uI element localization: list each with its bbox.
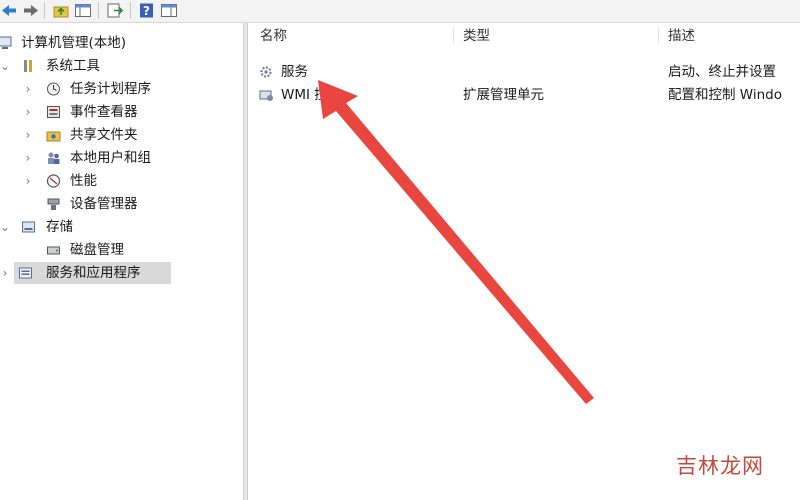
shared-folder-icon <box>46 131 61 142</box>
tree-item-device-manager[interactable]: 设备管理器 <box>0 193 243 215</box>
console-tree: 计算机管理(本地) ⌄ 系统工具 › 任务计划程序 › 事件查看器 › 共享文件… <box>0 23 243 500</box>
services-apps-icon <box>19 267 32 279</box>
disk-icon <box>47 246 60 255</box>
tree-item-label: 存储 <box>46 219 73 235</box>
tree-item-task-scheduler[interactable]: › 任务计划程序 <box>0 78 243 100</box>
chevron-right-icon[interactable]: › <box>21 101 35 123</box>
chevron-right-icon[interactable]: › <box>0 262 12 284</box>
cell-name: WMI 控件 <box>281 87 342 103</box>
tools-icon <box>24 60 32 72</box>
tree-item-local-users[interactable]: › 本地用户和组 <box>0 147 243 169</box>
wmi-icon <box>259 90 273 101</box>
services-gear-icon <box>260 66 272 78</box>
cell-name: 服务 <box>281 64 308 80</box>
toolbar: ? <box>0 0 800 23</box>
up-folder-icon[interactable] <box>52 2 70 19</box>
column-header-description[interactable]: 描述 <box>668 23 695 45</box>
tree-item-label: 设备管理器 <box>70 196 138 212</box>
details-list: 名称 类型 描述 服务 启动、终止并设置 WMI 控件 扩展管理单元 配置和控制… <box>248 23 800 500</box>
tree-root[interactable]: 计算机管理(本地) <box>0 32 243 54</box>
tree-item-label: 性能 <box>70 173 97 189</box>
cell-type: 扩展管理单元 <box>463 87 544 103</box>
tree-item-services-and-applications[interactable]: › 服务和应用程序 <box>3 262 171 284</box>
export-list-icon[interactable] <box>106 2 124 19</box>
chevron-right-icon[interactable]: › <box>21 170 35 192</box>
column-header-type[interactable]: 类型 <box>463 23 490 45</box>
watermark: 吉林龙网 <box>676 454 764 478</box>
help-icon[interactable]: ? <box>138 2 156 19</box>
clock-icon <box>47 82 60 96</box>
tree-item-system-tools[interactable]: ⌄ 系统工具 <box>0 55 243 77</box>
chevron-right-icon[interactable]: › <box>21 124 35 146</box>
tree-item-label: 系统工具 <box>46 58 100 74</box>
computer-management-icon <box>0 36 12 49</box>
device-manager-icon <box>47 198 60 210</box>
tree-item-label: 任务计划程序 <box>70 81 151 97</box>
tree-item-label: 磁盘管理 <box>70 242 124 258</box>
tree-item-disk-management[interactable]: 磁盘管理 <box>0 239 243 261</box>
event-viewer-icon <box>47 106 60 118</box>
tree-item-label: 共享文件夹 <box>70 127 138 143</box>
tree-item-label: 事件查看器 <box>70 104 138 120</box>
chevron-down-icon[interactable]: ⌄ <box>0 216 12 238</box>
cell-description: 启动、终止并设置 <box>668 64 776 80</box>
chevron-down-icon[interactable]: ⌄ <box>0 55 12 77</box>
tree-item-performance[interactable]: › 性能 <box>0 170 243 192</box>
chevron-right-icon[interactable]: › <box>21 78 35 100</box>
column-header-name[interactable]: 名称 <box>260 23 287 45</box>
tree-item-event-viewer[interactable]: › 事件查看器 <box>0 101 243 123</box>
list-row-wmi[interactable]: WMI 控件 扩展管理单元 配置和控制 Windo <box>248 84 800 106</box>
console-tree-icon[interactable] <box>74 2 92 19</box>
tree-item-label: 本地用户和组 <box>70 150 151 166</box>
tree-item-label: 服务和应用程序 <box>46 265 141 281</box>
column-divider[interactable] <box>453 27 454 43</box>
chevron-right-icon[interactable]: › <box>21 147 35 169</box>
list-row-services[interactable]: 服务 启动、终止并设置 <box>248 61 800 83</box>
column-divider[interactable] <box>658 27 659 43</box>
performance-icon <box>46 174 61 188</box>
tree-root-label: 计算机管理(本地) <box>21 35 127 51</box>
tree-item-storage[interactable]: ⌄ 存储 <box>0 216 243 238</box>
tree-item-shared-folders[interactable]: › 共享文件夹 <box>0 124 243 146</box>
forward-icon[interactable] <box>22 2 40 19</box>
action-pane-icon[interactable] <box>160 2 178 19</box>
storage-icon <box>22 221 35 233</box>
svg-text:?: ? <box>143 4 150 18</box>
cell-description: 配置和控制 Windo <box>668 87 782 103</box>
users-icon <box>48 152 60 164</box>
back-icon[interactable] <box>0 2 18 19</box>
